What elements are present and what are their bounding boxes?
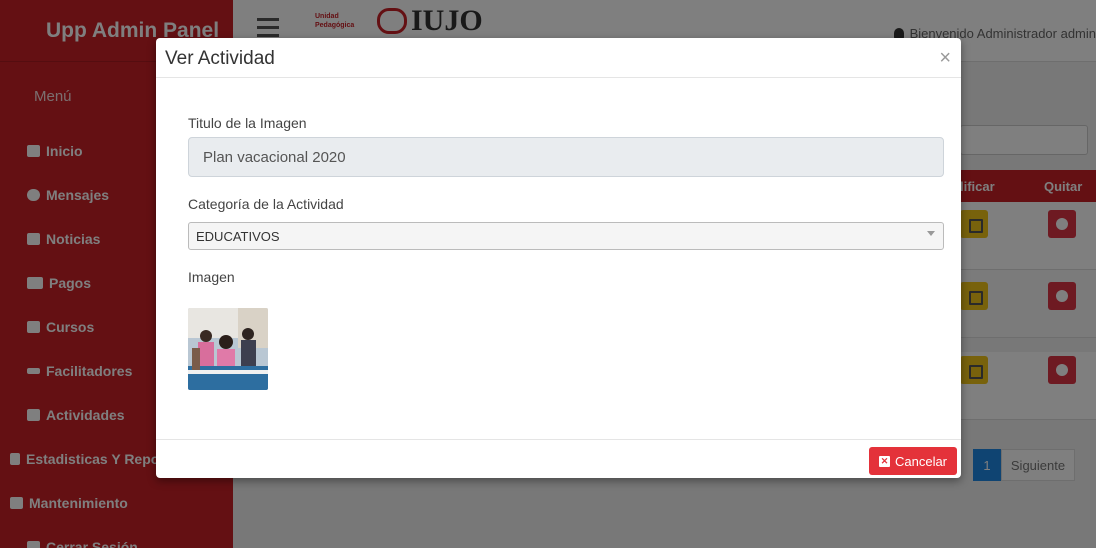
category-selected-value: EDUCATIVOS xyxy=(196,229,280,244)
activity-image xyxy=(188,308,268,390)
close-box-icon: ✕ xyxy=(878,455,890,467)
close-icon[interactable]: × xyxy=(939,48,951,68)
image-title-field[interactable] xyxy=(188,137,944,177)
cancel-button-label: Cancelar xyxy=(894,453,948,469)
category-label: Categoría de la Actividad xyxy=(188,196,344,212)
view-activity-modal: Ver Actividad × Titulo de la Imagen Cate… xyxy=(156,38,961,478)
image-title-label: Titulo de la Imagen xyxy=(188,115,307,131)
image-label: Imagen xyxy=(188,269,235,285)
modal-title: Ver Actividad xyxy=(165,48,275,69)
cancel-button[interactable]: ✕ Cancelar xyxy=(869,447,957,475)
category-select[interactable]: EDUCATIVOS xyxy=(188,222,944,250)
chevron-down-icon xyxy=(927,231,935,236)
modal-header: Ver Actividad × xyxy=(156,38,961,78)
modal-footer: ✕ Cancelar xyxy=(156,439,961,478)
